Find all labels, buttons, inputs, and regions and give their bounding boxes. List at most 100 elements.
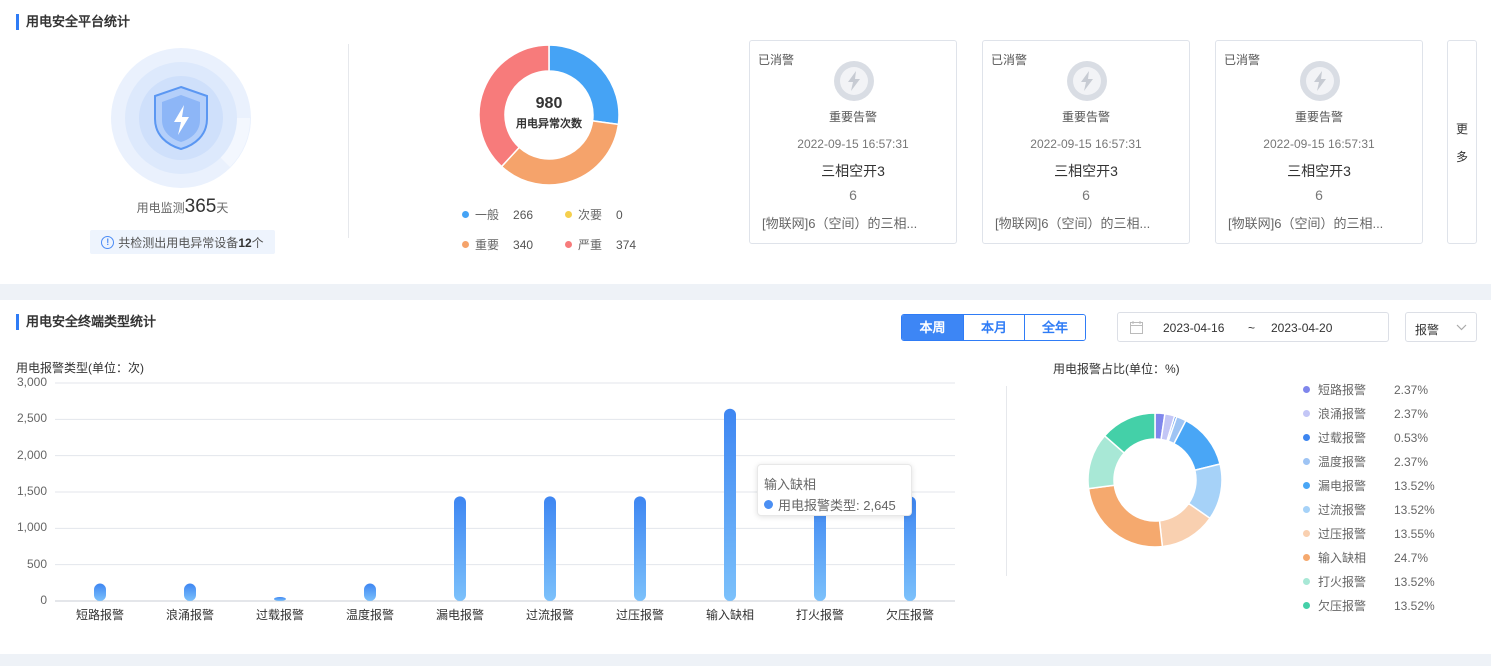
- tab-year[interactable]: 全年: [1024, 315, 1085, 340]
- alert-card[interactable]: 已消警 重要告警 2022-09-15 16:57:31 三相空开3 6 [物联…: [1215, 40, 1423, 244]
- pie-legend-item[interactable]: 输入缺相 24.7%: [1303, 549, 1428, 566]
- legend-value: 0.53%: [1394, 430, 1429, 445]
- section-title-platform: 用电安全平台统计: [16, 14, 130, 30]
- x-tick-label: 浪涌报警: [165, 608, 214, 622]
- legend-dot: [1303, 554, 1310, 561]
- tab-week[interactable]: 本周: [902, 315, 963, 340]
- legend-value: 2.37%: [1394, 454, 1429, 469]
- legend-value: 0: [616, 207, 623, 222]
- pie-legend-item[interactable]: 欠压报警 13.52%: [1303, 597, 1435, 614]
- legend-value: 340: [513, 237, 534, 252]
- alert-device-name: 三相空开3: [1287, 163, 1351, 179]
- legend-dot: [1303, 578, 1310, 585]
- abnormal-device-notice: ! 共检测出用电异常设备12个: [90, 230, 275, 254]
- alert-card[interactable]: 已消警 重要告警 2022-09-15 16:57:31 三相空开3 6 [物联…: [982, 40, 1190, 244]
- legend-label: 一般: [475, 208, 500, 222]
- type-select[interactable]: 报警: [1405, 312, 1477, 342]
- bar[interactable]: [364, 583, 376, 601]
- legend-item-general[interactable]: 一般 266: [462, 206, 533, 223]
- pie-legend-item[interactable]: 打火报警 13.52%: [1303, 573, 1435, 590]
- alert-count: 6: [1082, 187, 1090, 203]
- divider: [1006, 386, 1007, 576]
- pie-legend-item[interactable]: 温度报警 2.37%: [1303, 453, 1428, 470]
- pie-slice[interactable]: [1087, 484, 1164, 548]
- alarm-ratio-donut: [1087, 412, 1223, 548]
- legend-label: 欠压报警: [1318, 599, 1367, 613]
- legend-dot: [1303, 434, 1310, 441]
- date-start: 2023-04-16: [1163, 321, 1225, 335]
- more-button[interactable]: 更 多: [1447, 40, 1477, 244]
- section-title-terminal: 用电安全终端类型统计: [16, 314, 156, 330]
- legend-label: 过压报警: [1318, 527, 1367, 541]
- x-tick-label: 打火报警: [795, 608, 844, 622]
- monitor-suffix: 天: [216, 201, 229, 215]
- notice-text: 共检测出用电异常设备12个: [118, 234, 263, 251]
- legend-value: 13.52%: [1394, 574, 1435, 589]
- bar[interactable]: [454, 496, 466, 601]
- pie-legend-item[interactable]: 漏电报警 13.52%: [1303, 477, 1435, 494]
- legend-value: 374: [616, 237, 637, 252]
- legend-value: 13.52%: [1394, 478, 1435, 493]
- period-tabs: 本周 本月 全年: [901, 314, 1086, 341]
- legend-dot: [1303, 458, 1310, 465]
- alert-device-name: 三相空开3: [1054, 163, 1118, 179]
- x-tick-label: 短路报警: [75, 608, 124, 622]
- bar[interactable]: [724, 408, 736, 601]
- date-separator: ~: [1248, 321, 1256, 335]
- alert-count: 6: [1315, 187, 1323, 203]
- notice-suffix: 个: [251, 235, 264, 250]
- monitor-days-text: 用电监测365天: [100, 196, 265, 218]
- alert-status: 已消警: [1224, 53, 1261, 67]
- bar[interactable]: [94, 583, 106, 601]
- bar[interactable]: [184, 583, 196, 601]
- pie-legend-item[interactable]: 浪涌报警 2.37%: [1303, 405, 1428, 422]
- info-icon: !: [101, 235, 115, 249]
- legend-item-severe[interactable]: 严重 374: [565, 236, 636, 253]
- tooltip-dot: [764, 500, 773, 509]
- alert-level: 重要告警: [828, 110, 877, 124]
- legend-dot: [462, 211, 469, 218]
- legend-label: 浪涌报警: [1318, 407, 1367, 421]
- more-label-1: 更: [1455, 122, 1468, 136]
- x-tick-label: 过流报警: [525, 608, 574, 622]
- shield-icon: [111, 48, 251, 188]
- notice-count: 12: [238, 235, 252, 250]
- legend-dot: [1303, 410, 1310, 417]
- legend-dot: [462, 241, 469, 248]
- pie-legend-item[interactable]: 过压报警 13.55%: [1303, 525, 1435, 542]
- notice-prefix: 共检测出用电异常设备: [118, 235, 239, 250]
- donut-center: 980 用电异常次数: [480, 95, 618, 131]
- legend-label: 漏电报警: [1318, 479, 1367, 493]
- legend-dot: [1303, 386, 1310, 393]
- more-label-2: 多: [1455, 150, 1468, 164]
- legend-value: 13.55%: [1394, 526, 1435, 541]
- bar[interactable]: [274, 597, 286, 601]
- alert-count: 6: [849, 187, 857, 203]
- bar[interactable]: [544, 496, 556, 601]
- legend-item-important[interactable]: 重要 340: [462, 236, 533, 253]
- legend-label: 短路报警: [1318, 383, 1367, 397]
- legend-label: 过载报警: [1318, 431, 1367, 445]
- legend-dot: [1303, 482, 1310, 489]
- alert-description: [物联网]6（空间）的三相...: [995, 216, 1151, 231]
- alert-card[interactable]: 已消警 重要告警 2022-09-15 16:57:31 三相空开3 6 [物联…: [749, 40, 957, 244]
- legend-item-minor[interactable]: 次要 0: [565, 206, 623, 223]
- legend-label: 次要: [578, 208, 603, 222]
- date-end: 2023-04-20: [1271, 321, 1333, 335]
- legend-value: 2.37%: [1394, 406, 1429, 421]
- x-tick-label: 过压报警: [615, 608, 664, 622]
- pie-legend-item[interactable]: 短路报警 2.37%: [1303, 381, 1428, 398]
- bolt-icon: [1067, 61, 1107, 101]
- monitor-prefix: 用电监测: [136, 201, 185, 215]
- alert-level: 重要告警: [1294, 110, 1343, 124]
- calendar-icon: [1130, 321, 1143, 334]
- date-range-picker[interactable]: 2023-04-16 ~ 2023-04-20: [1117, 312, 1389, 342]
- tooltip-category: 输入缺相: [764, 477, 817, 492]
- monitor-days-value: 365: [184, 196, 217, 217]
- pie-legend-item[interactable]: 过流报警 13.52%: [1303, 501, 1435, 518]
- alert-status: 已消警: [991, 53, 1028, 67]
- tab-month[interactable]: 本月: [963, 315, 1024, 340]
- bar[interactable]: [634, 496, 646, 601]
- pie-legend-item[interactable]: 过载报警 0.53%: [1303, 429, 1428, 446]
- legend-dot: [565, 241, 572, 248]
